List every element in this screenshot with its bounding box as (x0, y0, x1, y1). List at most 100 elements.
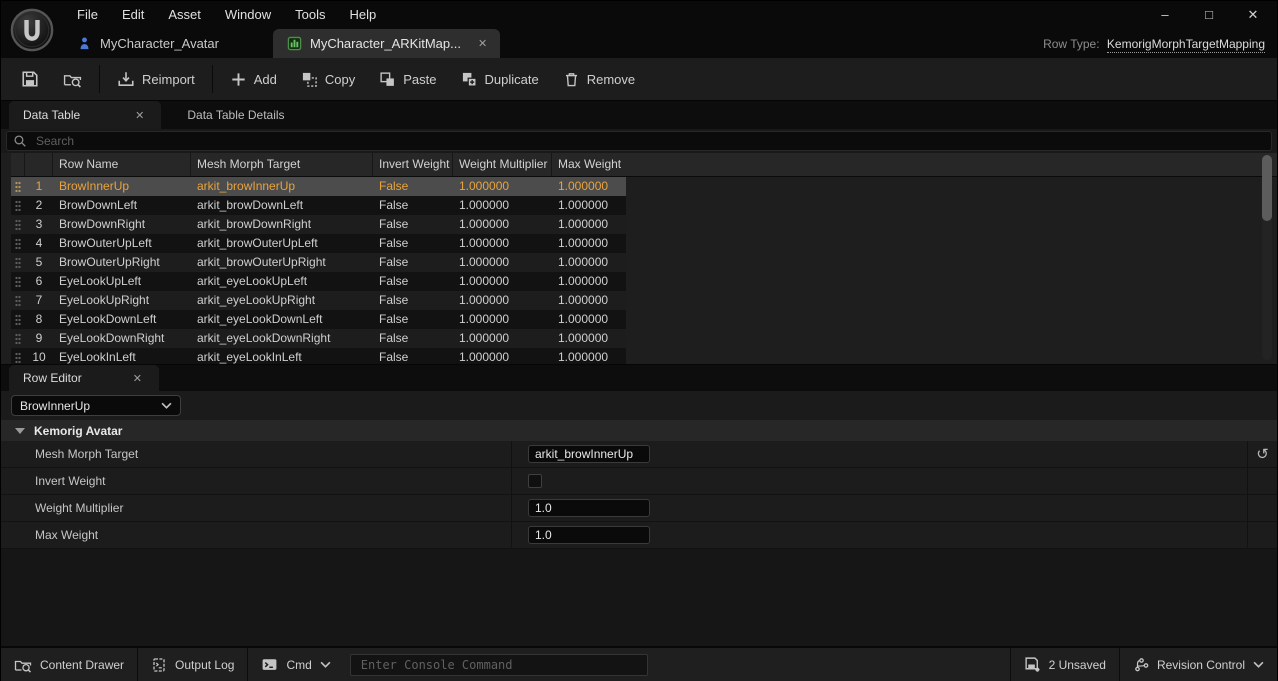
row-grip-handle[interactable] (11, 219, 25, 231)
invert-weight-checkbox[interactable] (528, 474, 542, 488)
row-type-info: Row Type: KemorigMorphTargetMapping (1043, 37, 1265, 51)
menu-tools[interactable]: Tools (283, 1, 337, 29)
save-button[interactable] (9, 58, 51, 100)
content-drawer-button[interactable]: Content Drawer (1, 648, 137, 681)
max-weight-input[interactable] (528, 526, 650, 544)
table-row[interactable]: 7EyeLookUpRightarkit_eyeLookUpRightFalse… (11, 291, 626, 310)
remove-button[interactable]: Remove (551, 58, 647, 100)
table-row[interactable]: 6EyeLookUpLeftarkit_eyeLookUpLeftFalse1.… (11, 272, 626, 291)
row-grip-handle[interactable] (11, 257, 25, 269)
row-grip-handle[interactable] (11, 276, 25, 288)
close-tab-icon[interactable]: ✕ (475, 37, 490, 50)
header-max-weight[interactable]: Max Weight (552, 153, 626, 176)
trash-icon (563, 71, 580, 88)
row-grip-handle[interactable] (11, 238, 25, 250)
cell-weight-multiplier: 1.000000 (453, 310, 552, 329)
search-field[interactable] (6, 131, 1272, 151)
save-icon (21, 70, 39, 88)
tab-data-table-details[interactable]: Data Table Details (161, 101, 310, 129)
category-kemorig-avatar[interactable]: Kemorig Avatar (1, 420, 1277, 441)
menu-help[interactable]: Help (337, 1, 388, 29)
header-row-name[interactable]: Row Name (53, 153, 191, 176)
weight-multiplier-input[interactable] (528, 499, 650, 517)
menu-bar: File Edit Asset Window Tools Help (1, 1, 1277, 29)
tab-data-table[interactable]: Data Table ✕ (9, 101, 161, 129)
cell-row-name: EyeLookDownLeft (53, 310, 191, 329)
cell-max-weight: 1.000000 (552, 215, 626, 234)
cell-row-name: BrowDownLeft (53, 196, 191, 215)
menu-window[interactable]: Window (213, 1, 283, 29)
maximize-icon[interactable]: □ (1187, 1, 1231, 29)
add-row-button[interactable]: Add (218, 58, 289, 100)
row-grip-handle[interactable] (11, 333, 25, 345)
menu-file[interactable]: File (65, 1, 110, 29)
row-editor-panel: BrowInnerUp Kemorig Avatar Mesh Morph Ta… (1, 391, 1277, 646)
plus-icon (230, 71, 247, 88)
avatar-asset-icon (77, 36, 92, 51)
row-selector-dropdown[interactable]: BrowInnerUp (11, 395, 181, 416)
tab-row-editor[interactable]: Row Editor ✕ (9, 365, 159, 391)
unsaved-changes-button[interactable]: 2 Unsaved (1011, 648, 1119, 681)
close-window-icon[interactable]: ✕ (1231, 1, 1275, 29)
mesh-morph-target-input[interactable] (528, 445, 650, 463)
revision-control-button[interactable]: Revision Control (1120, 648, 1277, 681)
asset-tab-mycharacter-arkitmap[interactable]: MyCharacter_ARKitMap... ✕ (273, 29, 500, 58)
console-command-input[interactable] (359, 657, 639, 673)
copy-label: Copy (325, 72, 355, 87)
table-row[interactable]: 10EyeLookInLeftarkit_eyeLookInLeftFalse1… (11, 348, 626, 364)
table-row[interactable]: 1BrowInnerUparkit_browInnerUpFalse1.0000… (11, 177, 626, 196)
close-tab-icon[interactable]: ✕ (132, 109, 147, 122)
cell-invert-weight: False (373, 177, 453, 196)
table-scrollbar-thumb[interactable] (1262, 155, 1272, 221)
table-row[interactable]: 8EyeLookDownLeftarkit_eyeLookDownLeftFal… (11, 310, 626, 329)
paste-button[interactable]: Paste (367, 58, 448, 100)
browse-to-asset-button[interactable] (51, 58, 94, 100)
add-label: Add (254, 72, 277, 87)
cell-max-weight: 1.000000 (552, 291, 626, 310)
cell-invert-weight: False (373, 272, 453, 291)
property-row-invert-weight: Invert Weight (1, 468, 1277, 495)
copy-button[interactable]: Copy (289, 58, 367, 100)
header-mesh-morph-target[interactable]: Mesh Morph Target (191, 153, 373, 176)
cell-row-number: 4 (25, 234, 53, 253)
row-type-value-link[interactable]: KemorigMorphTargetMapping (1107, 37, 1265, 53)
cmd-dropdown-button[interactable]: Cmd (248, 648, 343, 681)
row-grip-handle[interactable] (11, 352, 25, 364)
cell-max-weight: 1.000000 (552, 310, 626, 329)
title-bar: File Edit Asset Window Tools Help – □ ✕ … (1, 1, 1277, 58)
table-row[interactable]: 5BrowOuterUpRightarkit_browOuterUpRightF… (11, 253, 626, 272)
asset-tab-label: MyCharacter_Avatar (100, 36, 219, 51)
cell-weight-multiplier: 1.000000 (453, 329, 552, 348)
property-row-mesh-morph-target: Mesh Morph Target ↺ (1, 441, 1277, 468)
menu-asset[interactable]: Asset (156, 1, 213, 29)
cell-weight-multiplier: 1.000000 (453, 234, 552, 253)
table-row[interactable]: 2BrowDownLeftarkit_browDownLeftFalse1.00… (11, 196, 626, 215)
duplicate-button[interactable]: Duplicate (449, 58, 551, 100)
reimport-button[interactable]: Reimport (105, 58, 207, 100)
row-grip-handle[interactable] (11, 200, 25, 212)
close-tab-icon[interactable]: ✕ (130, 372, 145, 385)
cell-row-number: 3 (25, 215, 53, 234)
row-grip-handle[interactable] (11, 295, 25, 307)
table-row[interactable]: 4BrowOuterUpLeftarkit_browOuterUpLeftFal… (11, 234, 626, 253)
cell-max-weight: 1.000000 (552, 253, 626, 272)
console-command-field[interactable] (350, 654, 648, 676)
row-editor-tab-bar: Row Editor ✕ (1, 365, 1277, 391)
header-invert-weight[interactable]: Invert Weight (373, 153, 453, 176)
data-table-asset-icon (287, 36, 302, 51)
asset-tab-mycharacter-avatar[interactable]: MyCharacter_Avatar (63, 29, 233, 58)
reset-to-default-icon[interactable]: ↺ (1247, 441, 1277, 467)
row-grip-handle[interactable] (11, 181, 25, 193)
table-row[interactable]: 9EyeLookDownRightarkit_eyeLookDownRightF… (11, 329, 626, 348)
table-row[interactable]: 3BrowDownRightarkit_browDownRightFalse1.… (11, 215, 626, 234)
menu-edit[interactable]: Edit (110, 1, 156, 29)
cell-max-weight: 1.000000 (552, 177, 626, 196)
cell-mesh-morph-target: arkit_browDownLeft (191, 196, 373, 215)
header-weight-multiplier[interactable]: Weight Multiplier (453, 153, 552, 176)
row-grip-handle[interactable] (11, 314, 25, 326)
minimize-icon[interactable]: – (1143, 1, 1187, 29)
search-input[interactable] (34, 133, 1265, 149)
output-log-button[interactable]: Output Log (138, 648, 247, 681)
chevron-down-icon (320, 661, 331, 668)
cell-invert-weight: False (373, 196, 453, 215)
